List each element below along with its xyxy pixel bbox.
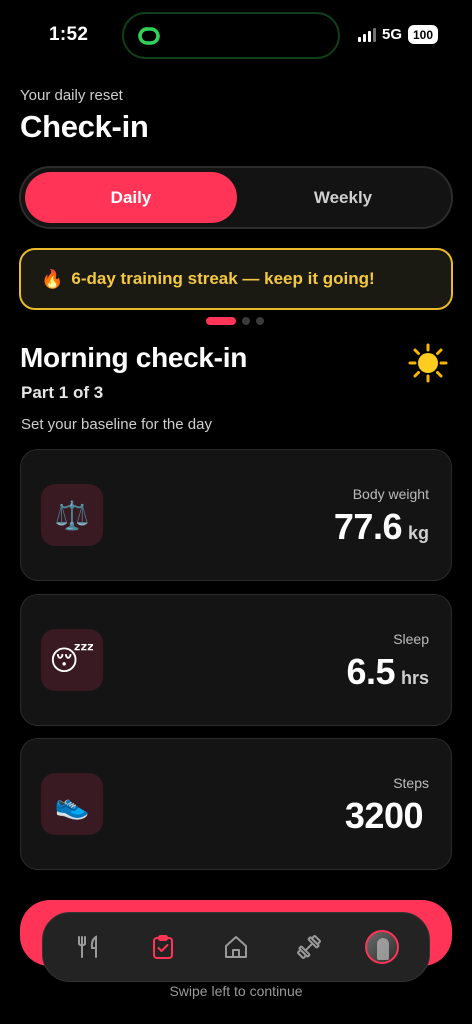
sleeping-face-icon: 😴 <box>41 629 103 691</box>
tab-workouts[interactable] <box>287 925 331 969</box>
tab-home[interactable] <box>214 925 258 969</box>
pager-dot[interactable] <box>242 317 250 325</box>
shoe-icon: 👟 <box>41 773 103 835</box>
metric-number: 77.6 <box>333 506 403 547</box>
page-title: Check-in <box>20 109 149 144</box>
status-bar: 1:52 5G 100 <box>0 0 472 70</box>
sun-icon <box>408 343 448 383</box>
metric-unit: hrs <box>400 668 429 688</box>
link-rings-icon <box>138 27 160 45</box>
tab-checkin[interactable] <box>141 925 185 969</box>
section-title: Morning check-in <box>20 342 247 373</box>
segment-weekly[interactable]: Weekly <box>237 172 449 223</box>
metric-card-body-weight[interactable]: ⚖️ Body weight 77.6 kg <box>20 449 452 581</box>
fire-icon: 🔥 <box>41 268 64 289</box>
metric-unit: kg <box>407 523 429 543</box>
metric-value: 6.5 hrs <box>346 651 429 693</box>
avatar <box>365 930 400 964</box>
streak-text: 6-day training streak — keep it going! <box>71 269 375 288</box>
metric-card-steps[interactable]: 👟 Steps 3200 <box>20 738 452 870</box>
bottom-tab-bar <box>42 912 430 982</box>
streak-banner[interactable]: 🔥 6-day training streak — keep it going! <box>19 248 453 310</box>
section-part: Part 1 of 3 <box>21 383 104 402</box>
dynamic-island[interactable] <box>122 12 340 59</box>
signal-icon <box>357 27 376 42</box>
pager-dot[interactable] <box>206 317 236 325</box>
metric-label: Sleep <box>393 631 429 647</box>
segment-daily[interactable]: Daily <box>25 172 237 223</box>
period-segmented-control: Daily Weekly <box>19 166 453 229</box>
scale-icon: ⚖️ <box>41 484 103 546</box>
tab-nutrition[interactable] <box>68 925 112 969</box>
dumbbell-icon <box>297 935 322 959</box>
metric-number: 6.5 <box>346 651 395 692</box>
battery-icon: 100 <box>408 25 438 44</box>
pager-dot[interactable] <box>256 317 264 325</box>
pager-dots <box>206 317 264 325</box>
home-icon <box>224 936 247 958</box>
metric-value: 77.6 kg <box>334 506 429 548</box>
network-label: 5G <box>381 26 402 43</box>
status-indicators: 5G 100 <box>357 25 438 44</box>
metric-label: Steps <box>393 775 429 791</box>
metric-label: Body weight <box>352 486 429 502</box>
metric-number: 3200 <box>344 795 424 836</box>
page-subtitle: Your daily reset <box>20 87 123 104</box>
metric-card-sleep[interactable]: 😴 Sleep 6.5 hrs <box>20 594 452 726</box>
clipboard-check-icon <box>152 935 173 959</box>
section-description: Set your baseline for the day <box>21 416 212 433</box>
tab-profile[interactable] <box>360 925 404 969</box>
fork-knife-icon <box>77 935 97 958</box>
metric-value: 3200 <box>345 795 429 837</box>
status-time: 1:52 <box>49 24 89 45</box>
swipe-hint: Swipe left to continue <box>169 983 303 999</box>
